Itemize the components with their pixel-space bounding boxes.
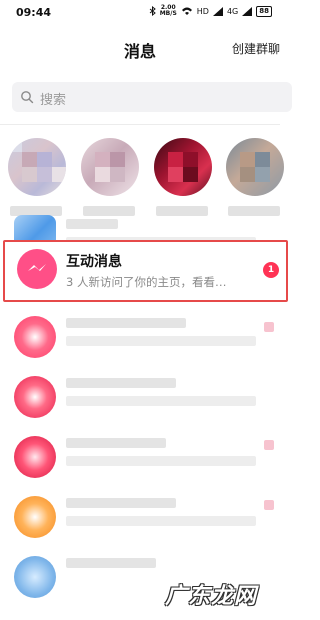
contact-avatar[interactable] <box>154 138 212 196</box>
list-item[interactable] <box>0 424 280 490</box>
list-item[interactable] <box>0 304 280 370</box>
blurred-name <box>66 498 176 508</box>
avatar <box>14 436 56 478</box>
contact-avatar[interactable] <box>8 138 66 196</box>
divider <box>0 124 280 125</box>
status-icons: 2.00 MB/S HD 4G 88 <box>149 5 272 17</box>
interaction-title: 互动消息 <box>66 254 122 270</box>
avatar <box>14 556 56 598</box>
contact-pixel-art <box>8 138 66 182</box>
blurred-name <box>66 318 186 328</box>
blurred-preview <box>66 336 256 346</box>
contact-avatar[interactable] <box>226 138 284 196</box>
battery-indicator: 88 <box>256 5 272 17</box>
signal-1-label: HD <box>196 6 209 16</box>
blurred-name <box>66 378 176 388</box>
contact-pixel-art <box>168 152 198 182</box>
blurred-name <box>66 438 166 448</box>
header: 消息 创建群聊 <box>0 30 280 66</box>
interaction-subtitle: 3 人新访问了你的主页，看看… <box>66 275 227 289</box>
unread-marker <box>264 322 274 332</box>
net-speed-unit: MB/S <box>159 10 177 17</box>
avatar <box>14 316 56 358</box>
blurred-name <box>66 558 156 568</box>
search-placeholder: 搜索 <box>40 93 67 108</box>
search-icon <box>21 91 34 104</box>
blurred-preview <box>66 516 256 526</box>
blurred-name <box>66 219 118 229</box>
lightning-chat-icon <box>28 264 46 271</box>
interaction-avatar <box>17 249 57 289</box>
avatar <box>14 496 56 538</box>
avatar <box>14 376 56 418</box>
wifi-icon <box>181 7 192 15</box>
blurred-preview <box>66 456 256 466</box>
search-input[interactable]: 搜索 <box>12 82 292 112</box>
contact-pixel-art <box>95 152 125 182</box>
list-item[interactable] <box>0 484 280 550</box>
net-speed: 2.00 MB/S <box>160 5 177 17</box>
unread-badge: 1 <box>263 262 279 278</box>
status-time: 09:44 <box>16 6 52 19</box>
unread-marker <box>264 500 274 510</box>
contact-pixel-art <box>240 152 270 182</box>
bluetooth-icon <box>149 6 156 16</box>
blurred-preview <box>66 396 256 406</box>
contact-avatar[interactable] <box>81 138 139 196</box>
signal-icon <box>212 6 223 16</box>
list-item[interactable] <box>0 364 280 430</box>
watermark: 广东龙网 <box>165 584 258 609</box>
signal-icon-2 <box>242 6 253 16</box>
signal-2-label: 4G <box>226 6 239 16</box>
create-group-button[interactable]: 创建群聊 <box>232 40 280 57</box>
status-bar: 09:44 2.00 MB/S HD 4G 88 <box>0 0 280 26</box>
unread-marker <box>264 440 274 450</box>
